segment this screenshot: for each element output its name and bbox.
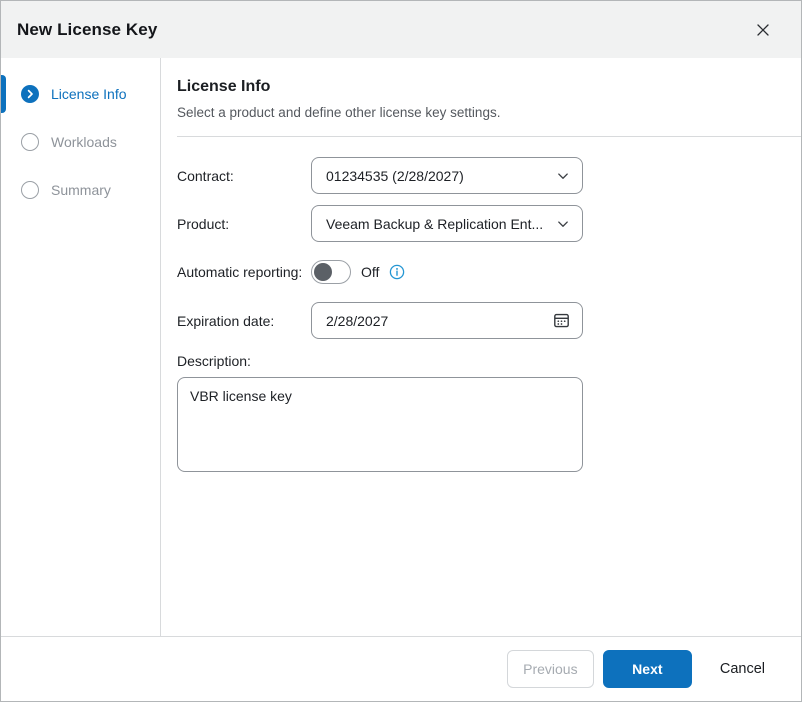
new-license-key-dialog: New License Key License Info Workloads S…: [0, 0, 802, 702]
expiration-date-row: Expiration date: 2/28/2027: [177, 302, 801, 339]
wizard-steps-sidebar: License Info Workloads Summary: [1, 58, 161, 636]
step-content: License Info Select a product and define…: [161, 58, 801, 636]
close-icon[interactable]: [749, 16, 777, 44]
chevron-down-icon: [556, 169, 570, 183]
dialog-body: License Info Workloads Summary License I…: [1, 58, 801, 636]
product-row: Product: Veeam Backup & Replication Ent.…: [177, 205, 801, 242]
contract-dropdown[interactable]: 01234535 (2/28/2027): [311, 157, 583, 194]
inactive-step-icon: [21, 181, 39, 199]
dialog-title: New License Key: [17, 19, 158, 39]
dialog-header: New License Key: [1, 1, 801, 58]
license-info-form: Contract: 01234535 (2/28/2027) Product:: [177, 137, 801, 477]
close-x-glyph: [757, 23, 769, 36]
step-label: Summary: [51, 182, 111, 198]
dialog-footer: Previous Next Cancel: [1, 636, 801, 701]
next-button[interactable]: Next: [602, 650, 692, 688]
expiration-date-label: Expiration date:: [177, 312, 275, 329]
description-textarea[interactable]: [177, 377, 583, 472]
sidebar-item-license-info[interactable]: License Info: [1, 70, 160, 118]
expiration-date-input[interactable]: 2/28/2027: [311, 302, 583, 339]
active-step-icon: [21, 85, 39, 103]
contract-value: 01234535 (2/28/2027): [326, 167, 464, 184]
automatic-reporting-toggle[interactable]: [311, 260, 351, 284]
calendar-icon[interactable]: [553, 312, 570, 329]
description-label: Description:: [177, 353, 251, 369]
toggle-state-label: Off: [361, 264, 380, 280]
contract-label: Contract:: [177, 167, 234, 184]
product-label: Product:: [177, 215, 230, 232]
cancel-button[interactable]: Cancel: [704, 650, 781, 688]
sidebar-item-workloads[interactable]: Workloads: [1, 118, 160, 166]
active-step-indicator: [1, 75, 6, 113]
chevron-down-icon: [556, 217, 570, 231]
inactive-step-icon: [21, 133, 39, 151]
step-label: License Info: [51, 86, 127, 102]
product-dropdown[interactable]: Veeam Backup & Replication Ent...: [311, 205, 583, 242]
info-icon[interactable]: [389, 264, 405, 280]
sidebar-item-summary[interactable]: Summary: [1, 166, 160, 214]
automatic-reporting-label: Automatic reporting:: [177, 264, 303, 280]
expiration-date-value: 2/28/2027: [326, 312, 389, 329]
previous-button[interactable]: Previous: [506, 650, 594, 688]
page-title: License Info: [177, 78, 271, 95]
toggle-knob: [314, 262, 332, 281]
step-label: Workloads: [51, 134, 117, 150]
contract-row: Contract: 01234535 (2/28/2027): [177, 157, 801, 194]
product-value: Veeam Backup & Replication Ent...: [326, 215, 544, 232]
automatic-reporting-row: Automatic reporting: Off: [177, 260, 801, 284]
page-subtitle: Select a product and define other licens…: [177, 105, 501, 120]
